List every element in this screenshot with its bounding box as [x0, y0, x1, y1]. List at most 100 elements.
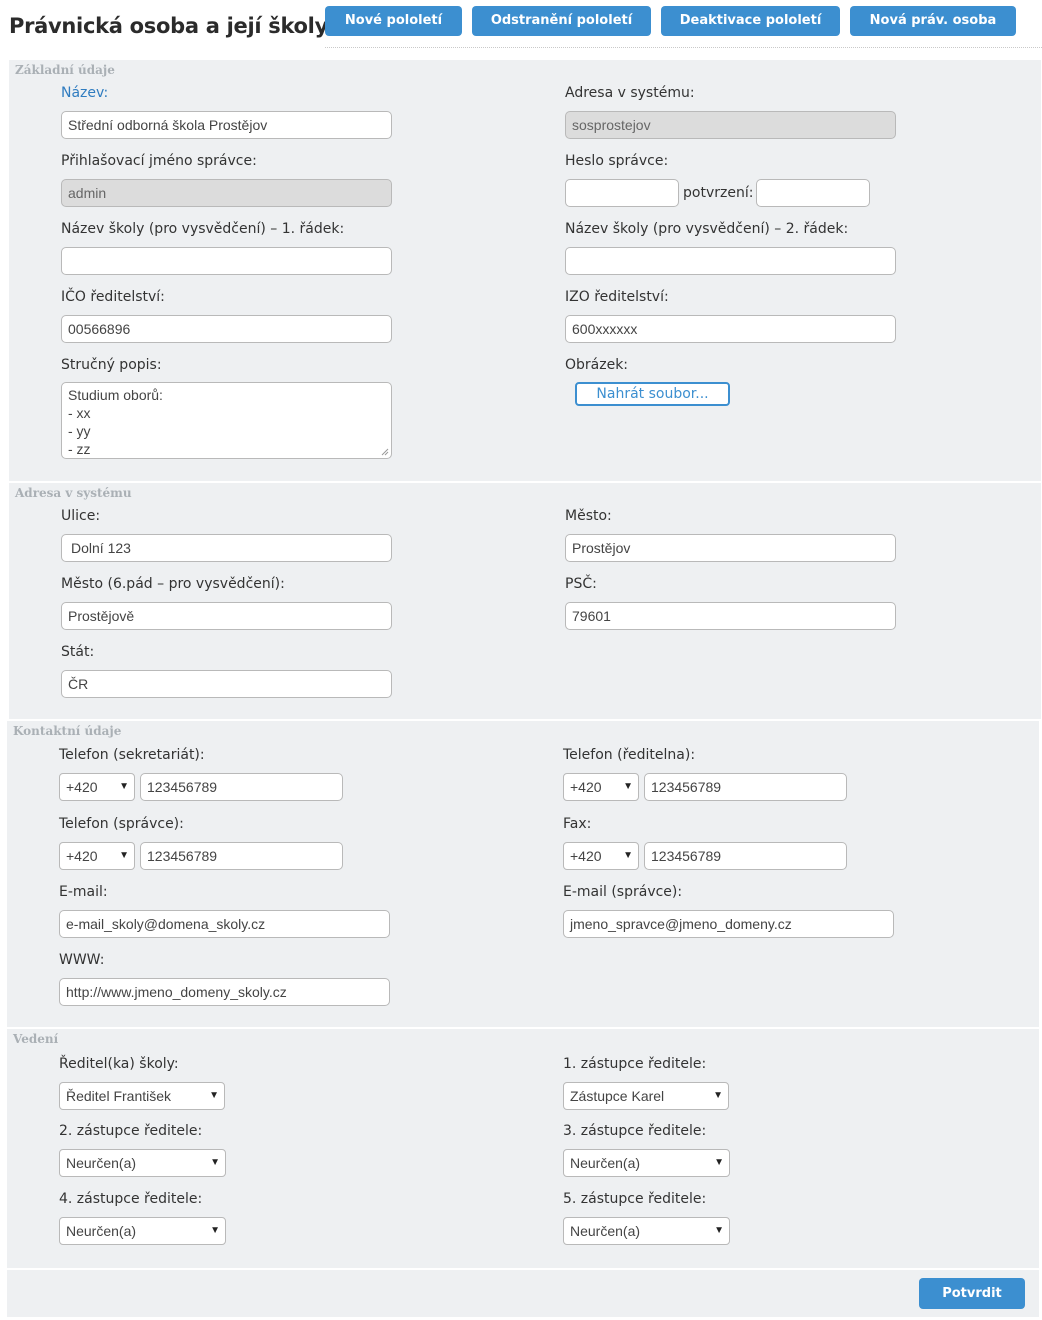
- section-title-management: Vedení: [13, 1032, 59, 1046]
- email-label: E-mail:: [59, 884, 108, 900]
- dropdown-arrow-icon: ▼: [119, 781, 129, 792]
- image-label: Obrázek:: [565, 357, 629, 373]
- admin-login-input: admin: [61, 179, 392, 207]
- email-input[interactable]: e-mail_skoly@domena_skoly.cz: [59, 910, 390, 938]
- country-input[interactable]: ČR: [61, 670, 392, 698]
- street-input[interactable]: Dolní 123: [61, 534, 392, 562]
- resize-grip-icon[interactable]: [380, 447, 389, 456]
- deputy5-select[interactable]: Neurčen(a) ▼: [563, 1217, 730, 1245]
- new-semester-button[interactable]: Nové pololetí: [325, 6, 462, 36]
- phone-secretariat-label: Telefon (sekretariát):: [59, 747, 205, 763]
- phone-admin-label: Telefon (správce):: [59, 816, 184, 832]
- section-title-contact: Kontaktní údaje: [13, 724, 122, 738]
- school-name-line2-input[interactable]: [565, 247, 896, 275]
- city-label: Město:: [565, 508, 612, 524]
- section-title-address: Adresa v systému: [15, 486, 132, 500]
- phone-secretariat-prefix-select[interactable]: +420 ▼: [59, 773, 135, 801]
- izo-input[interactable]: 600xxxxxx: [565, 315, 896, 343]
- school-name-line1-input[interactable]: [61, 247, 392, 275]
- dropdown-arrow-icon: ▼: [210, 1225, 220, 1236]
- dropdown-arrow-icon: ▼: [210, 1157, 220, 1168]
- phone-admin-input[interactable]: 123456789: [140, 842, 343, 870]
- www-label: WWW:: [59, 952, 105, 968]
- director-value: Ředitel František: [66, 1088, 172, 1104]
- dropdown-arrow-icon: ▼: [714, 1225, 724, 1236]
- description-line: - zz: [68, 441, 91, 457]
- street-label: Ulice:: [61, 508, 101, 524]
- fax-label: Fax:: [563, 816, 592, 832]
- section-title-basic: Základní údaje: [15, 63, 115, 77]
- system-address-input: sosprostejov: [565, 111, 896, 139]
- page-header: Právnická osoba a její školy Nové polole…: [0, 0, 1042, 50]
- deputy4-label: 4. zástupce ředitele:: [59, 1191, 203, 1207]
- submit-button[interactable]: Potvrdit: [919, 1278, 1025, 1309]
- deputy2-select[interactable]: Neurčen(a) ▼: [59, 1149, 226, 1177]
- deputy1-select[interactable]: Zástupce Karel ▼: [563, 1082, 729, 1110]
- admin-password-label: Heslo správce:: [565, 153, 669, 169]
- deputy3-label: 3. zástupce ředitele:: [563, 1123, 707, 1139]
- city-locative-label: Město (6.pád – pro vysvědčení):: [61, 576, 285, 592]
- phone-prefix-value: +420: [66, 779, 98, 795]
- country-label: Stát:: [61, 644, 95, 660]
- new-legal-entity-button[interactable]: Nová práv. osoba: [850, 6, 1016, 36]
- description-label: Stručný popis:: [61, 357, 162, 373]
- deputy2-label: 2. zástupce ředitele:: [59, 1123, 203, 1139]
- dropdown-arrow-icon: ▼: [623, 781, 633, 792]
- description-line: - xx: [68, 405, 91, 421]
- name-label: Název:: [61, 85, 109, 101]
- deputy4-value: Neurčen(a): [66, 1223, 137, 1239]
- upload-file-button[interactable]: Nahrát soubor...: [575, 382, 730, 406]
- ico-input[interactable]: 00566896: [61, 315, 392, 343]
- izo-label: IZO ředitelství:: [565, 289, 669, 305]
- description-line: - yy: [68, 423, 91, 439]
- deputy4-select[interactable]: Neurčen(a) ▼: [59, 1217, 226, 1245]
- ico-label: IČO ředitelství:: [61, 289, 165, 305]
- deputy5-label: 5. zástupce ředitele:: [563, 1191, 707, 1207]
- director-select[interactable]: Ředitel František ▼: [59, 1082, 225, 1110]
- phone-secretariat-input[interactable]: 123456789: [140, 773, 343, 801]
- header-divider: [325, 47, 1042, 48]
- phone-director-label: Telefon (ředitelna):: [563, 747, 696, 763]
- dropdown-arrow-icon: ▼: [623, 850, 633, 861]
- password-confirm-label: potvrzení:: [683, 185, 754, 201]
- phone-prefix-value: +420: [570, 848, 602, 864]
- deputy2-value: Neurčen(a): [66, 1155, 137, 1171]
- school-name-line2-label: Název školy (pro vysvědčení) – 2. řádek:: [565, 221, 849, 237]
- phone-prefix-value: +420: [66, 848, 98, 864]
- deputy3-select[interactable]: Neurčen(a) ▼: [563, 1149, 730, 1177]
- admin-login-label: Přihlašovací jméno správce:: [61, 153, 257, 169]
- phone-prefix-value: +420: [570, 779, 602, 795]
- zip-input[interactable]: 79601: [565, 602, 896, 630]
- deputy1-label: 1. zástupce ředitele:: [563, 1056, 707, 1072]
- password-confirm-input[interactable]: [756, 179, 870, 207]
- dropdown-arrow-icon: ▼: [713, 1090, 723, 1101]
- description-textarea[interactable]: Studium oborů: - xx - yy - zz: [61, 382, 392, 459]
- school-name-line1-label: Název školy (pro vysvědčení) – 1. řádek:: [61, 221, 345, 237]
- dropdown-arrow-icon: ▼: [209, 1090, 219, 1101]
- dropdown-arrow-icon: ▼: [714, 1157, 724, 1168]
- email-admin-input[interactable]: jmeno_spravce@jmeno_domeny.cz: [563, 910, 894, 938]
- page-title: Právnická osoba a její školy: [9, 14, 328, 38]
- deputy5-value: Neurčen(a): [570, 1223, 641, 1239]
- fax-prefix-select[interactable]: +420 ▼: [563, 842, 639, 870]
- fax-input[interactable]: 123456789: [644, 842, 847, 870]
- city-input[interactable]: Prostějov: [565, 534, 896, 562]
- phone-director-prefix-select[interactable]: +420 ▼: [563, 773, 639, 801]
- admin-password-input[interactable]: [565, 179, 679, 207]
- phone-admin-prefix-select[interactable]: +420 ▼: [59, 842, 135, 870]
- dropdown-arrow-icon: ▼: [119, 850, 129, 861]
- deactivate-semester-button[interactable]: Deaktivace pololetí: [661, 6, 840, 36]
- description-line: Studium oborů:: [68, 387, 163, 403]
- system-address-label: Adresa v systému:: [565, 85, 695, 101]
- name-input[interactable]: Střední odborná škola Prostějov: [61, 111, 392, 139]
- director-label: Ředitel(ka) školy:: [59, 1056, 179, 1072]
- city-locative-input[interactable]: Prostějově: [61, 602, 392, 630]
- zip-label: PSČ:: [565, 576, 597, 592]
- form-footer: [7, 1270, 1039, 1318]
- deputy3-value: Neurčen(a): [570, 1155, 641, 1171]
- deputy1-value: Zástupce Karel: [570, 1088, 665, 1104]
- phone-director-input[interactable]: 123456789: [644, 773, 847, 801]
- email-admin-label: E-mail (správce):: [563, 884, 683, 900]
- remove-semester-button[interactable]: Odstranění pololetí: [472, 6, 651, 36]
- www-input[interactable]: http://www.jmeno_domeny_skoly.cz: [59, 978, 390, 1006]
